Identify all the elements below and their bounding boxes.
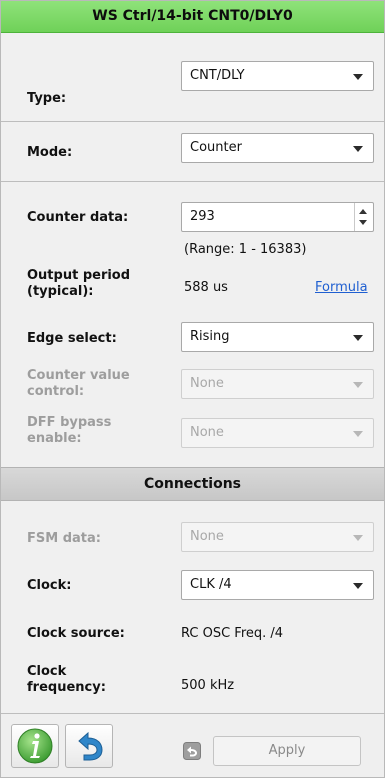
chevron-down-icon: [353, 382, 363, 388]
dff-bypass-value: None: [190, 425, 224, 440]
fsm-data-label: FSM data:: [27, 531, 101, 546]
type-value: CNT/DLY: [190, 68, 245, 83]
divider: [1, 181, 384, 182]
stepper-up-icon[interactable]: [359, 209, 367, 214]
mode-dropdown[interactable]: Counter: [181, 133, 374, 163]
counter-data-label: Counter data:: [27, 210, 129, 225]
mode-value: Counter: [190, 140, 242, 155]
dff-bypass-dropdown: None: [181, 418, 374, 448]
formula-link[interactable]: Formula: [315, 280, 368, 296]
clock-frequency-label: Clock frequency:: [27, 664, 106, 696]
clock-frequency-label-line1: Clock: [27, 664, 67, 679]
stepper-buttons[interactable]: [354, 203, 373, 231]
output-period-label-line1: Output period: [27, 268, 131, 283]
edge-select-dropdown[interactable]: Rising: [181, 322, 374, 352]
counter-value-control-label-line1: Counter value: [27, 368, 130, 383]
chevron-down-icon: [353, 74, 363, 80]
chevron-down-icon: [353, 583, 363, 589]
counter-value-control-label: Counter value control:: [27, 368, 130, 400]
clock-frequency-label-line2: frequency:: [27, 680, 106, 695]
undo-button[interactable]: [65, 724, 113, 768]
chevron-down-icon: [353, 335, 363, 341]
counter-data-stepper[interactable]: 293: [181, 202, 374, 232]
output-period-label-line2: (typical):: [27, 284, 94, 299]
chevron-down-icon: [353, 431, 363, 437]
edge-select-value: Rising: [190, 329, 230, 344]
clock-frequency-value: 500 kHz: [181, 678, 235, 693]
counter-value-control-label-line2: control:: [27, 384, 85, 399]
dff-bypass-label-line1: DFF bypass: [27, 415, 112, 430]
counter-value-control-dropdown: None: [181, 369, 374, 399]
bottom-toolbar: Apply: [1, 713, 384, 777]
panel-title: WS Ctrl/14-bit CNT0/DLY0: [1, 1, 384, 33]
clock-source-label: Clock source:: [27, 626, 125, 641]
clock-value: CLK /4: [190, 577, 232, 592]
undo-icon: [78, 731, 103, 761]
dff-bypass-label: DFF bypass enable:: [27, 415, 111, 447]
stepper-down-icon[interactable]: [359, 220, 367, 225]
connections-header: Connections: [1, 467, 384, 501]
clock-dropdown[interactable]: CLK /4: [181, 570, 374, 600]
apply-button[interactable]: Apply: [213, 736, 361, 766]
output-period-label: Output period (typical):: [27, 268, 130, 300]
fsm-data-dropdown: None: [181, 522, 374, 552]
counter-data-value: 293: [190, 209, 215, 224]
info-icon: [17, 728, 53, 764]
properties-panel: WS Ctrl/14-bit CNT0/DLY0 Type: CNT/DLY M…: [0, 0, 385, 778]
clock-label: Clock:: [27, 578, 72, 593]
undo-small-icon[interactable]: [183, 742, 201, 760]
dff-bypass-label-line2: enable:: [27, 431, 82, 446]
chevron-down-icon: [353, 535, 363, 541]
mode-label: Mode:: [27, 145, 73, 160]
counter-value-control-value: None: [190, 376, 224, 391]
info-button[interactable]: [11, 724, 59, 768]
fsm-data-value: None: [190, 529, 224, 544]
type-dropdown[interactable]: CNT/DLY: [181, 61, 374, 91]
chevron-down-icon: [353, 146, 363, 152]
edge-select-label: Edge select:: [27, 331, 117, 346]
counter-range: (Range: 1 - 16383): [184, 242, 307, 257]
divider: [1, 121, 384, 122]
output-period-value: 588 us: [184, 280, 228, 295]
type-label: Type:: [27, 91, 67, 106]
clock-source-value: RC OSC Freq. /4: [181, 626, 284, 641]
